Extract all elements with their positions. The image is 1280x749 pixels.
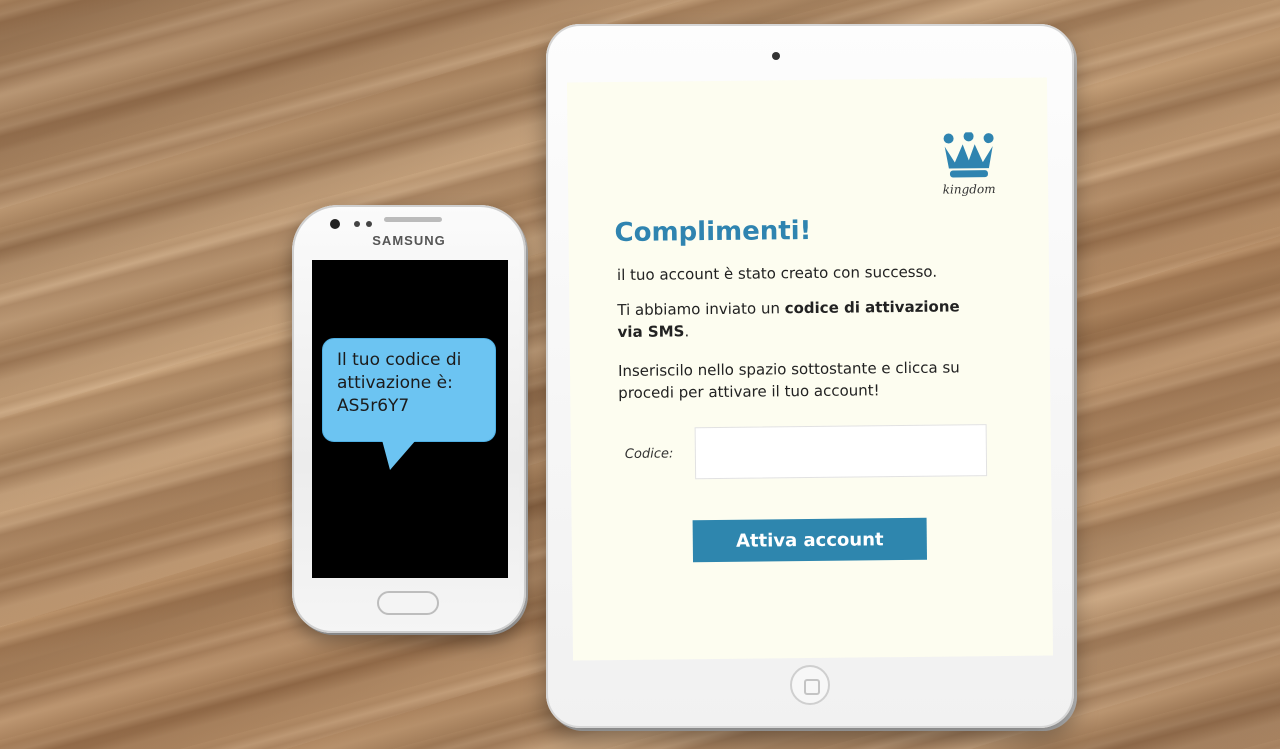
tablet-screen: kingdom Complimenti! il tuo account è st… [566, 77, 1054, 661]
sms-bubble: Il tuo codice di attivazione è: AS5r6Y7 [322, 338, 496, 442]
sms-line: Il tuo codice di [337, 350, 462, 370]
sms-sent-suffix: . [684, 322, 690, 341]
smartphone: SAMSUNG Il tuo codice di attivazione è: … [292, 205, 526, 633]
kingdom-logo: kingdom [934, 131, 1005, 197]
phone-sensor [366, 221, 372, 227]
code-label: Codice: [624, 446, 674, 462]
instructions: Inseriscilo nello spazio sottostante e c… [617, 358, 960, 403]
crown-icon [943, 131, 994, 178]
sms-code: AS5r6Y7 [337, 396, 410, 416]
code-input[interactable] [694, 424, 988, 480]
tablet-camera [772, 52, 780, 60]
tablet: kingdom Complimenti! il tuo account è st… [546, 24, 1074, 728]
sms-sent-message: Ti abbiamo inviato un codice di attivazi… [617, 295, 977, 343]
phone-screen: Il tuo codice di attivazione è: AS5r6Y7 [312, 260, 508, 578]
phone-brand-label: SAMSUNG [372, 233, 446, 248]
sms-line: attivazione è: [337, 373, 453, 393]
phone-camera [330, 219, 340, 229]
sms-bubble-tail [382, 440, 416, 470]
success-message: il tuo account è stato creato con succes… [616, 262, 938, 285]
page-title: Complimenti! [614, 215, 812, 249]
tablet-home-button[interactable] [790, 665, 830, 705]
sms-sent-prefix: Ti abbiamo inviato un [617, 299, 785, 320]
phone-sensor [354, 221, 360, 227]
phone-home-button[interactable] [377, 591, 439, 615]
activate-account-button[interactable]: Attiva account [692, 517, 928, 563]
logo-text: kingdom [942, 182, 996, 197]
phone-speaker [384, 217, 442, 222]
